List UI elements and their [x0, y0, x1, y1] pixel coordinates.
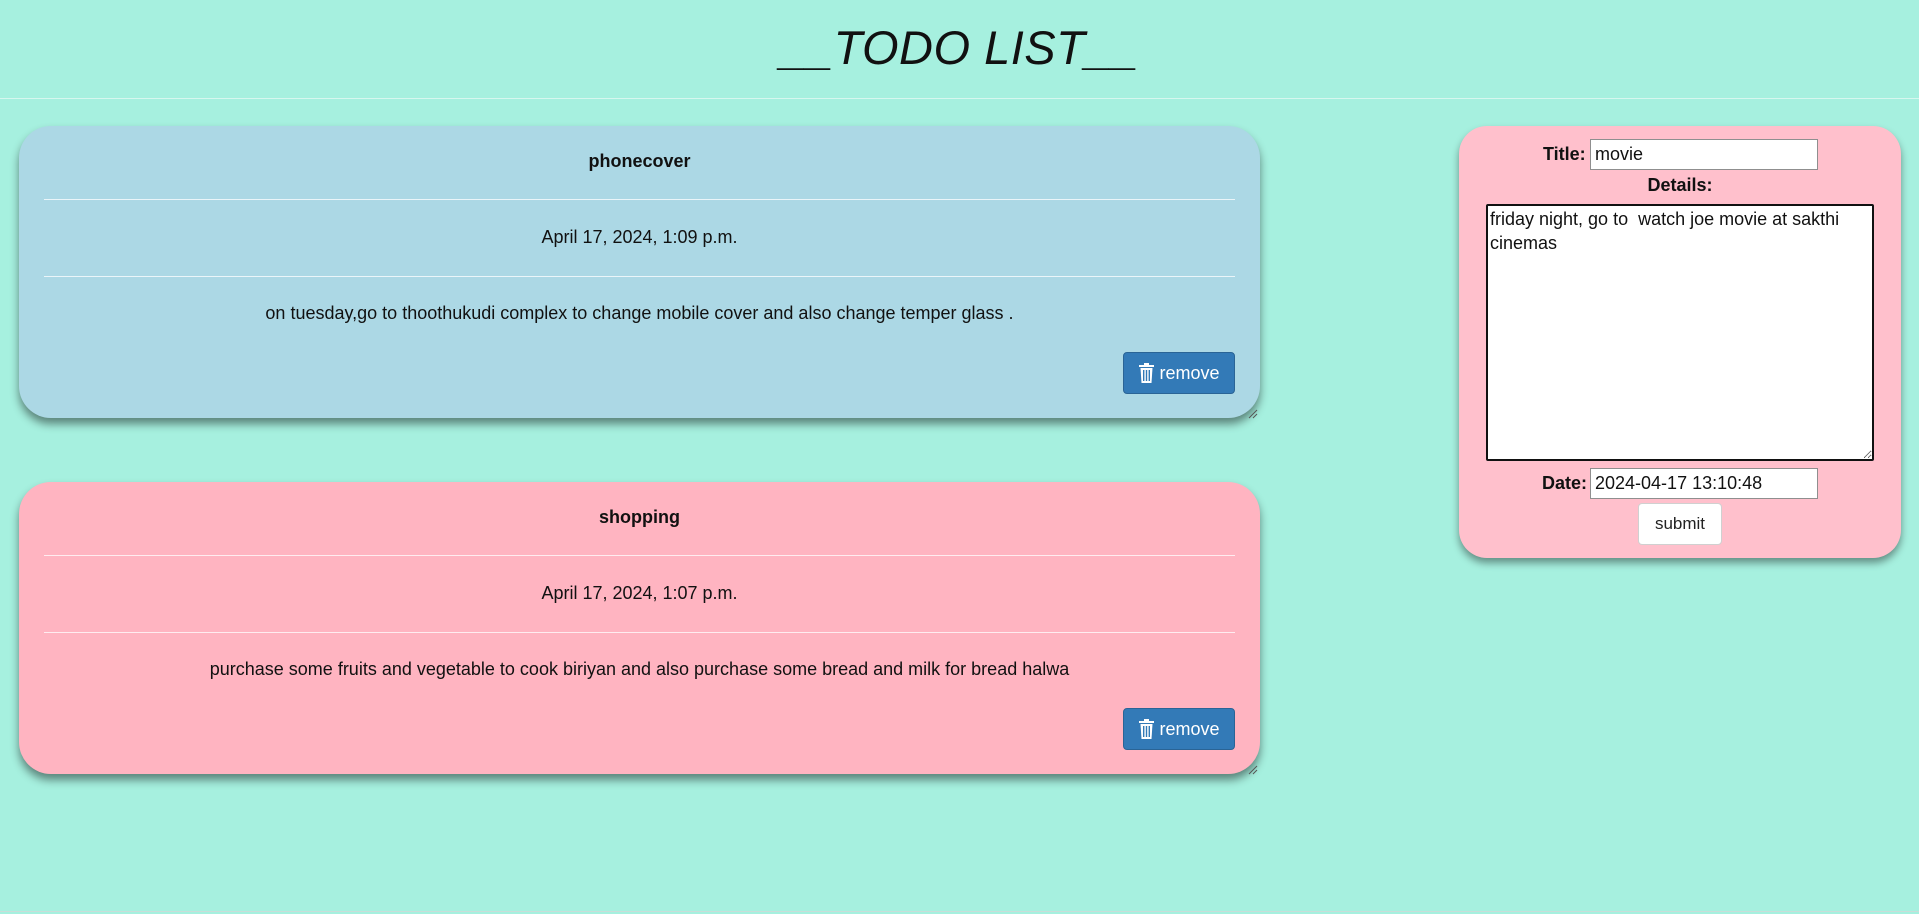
remove-button[interactable]: remove [1123, 708, 1235, 750]
trash-icon [1138, 362, 1155, 384]
todo-details: purchase some fruits and vegetable to co… [209, 659, 1070, 679]
details-textarea[interactable]: friday night, go to watch joe movie at s… [1486, 204, 1874, 461]
title-input[interactable] [1590, 139, 1818, 170]
resize-grip-icon[interactable] [1248, 762, 1258, 775]
trash-icon [1138, 718, 1155, 740]
remove-button[interactable]: remove [1123, 352, 1235, 394]
remove-label: remove [1159, 718, 1220, 739]
date-input[interactable] [1590, 468, 1818, 499]
divider [44, 199, 1235, 200]
todo-card: shopping April 17, 2024, 1:07 p.m. purch… [19, 482, 1260, 775]
resize-grip-icon[interactable] [1248, 406, 1258, 419]
todo-date: April 17, 2024, 1:07 p.m. [541, 583, 738, 603]
todo-details: on tuesday,go to thoothukudi complex to … [265, 303, 1014, 323]
todo-title: phonecover [588, 151, 691, 171]
remove-label: remove [1159, 362, 1220, 383]
todo-date: April 17, 2024, 1:09 p.m. [541, 227, 738, 247]
details-label: Details: [1647, 175, 1713, 195]
page-header: __TODO LIST__ [0, 0, 1919, 99]
page-title: __TODO LIST__ [780, 21, 1139, 74]
todo-form: Title: Details: friday night, go to watc… [1459, 126, 1901, 558]
submit-button[interactable]: submit [1638, 503, 1722, 545]
todo-card: phonecover April 17, 2024, 1:09 p.m. on … [19, 126, 1260, 419]
todo-title: shopping [599, 507, 680, 527]
divider [44, 555, 1235, 556]
divider [44, 276, 1235, 277]
divider [0, 911, 1919, 912]
date-label: Date: [1542, 473, 1588, 493]
divider [44, 632, 1235, 633]
title-label: Title: [1543, 144, 1586, 164]
